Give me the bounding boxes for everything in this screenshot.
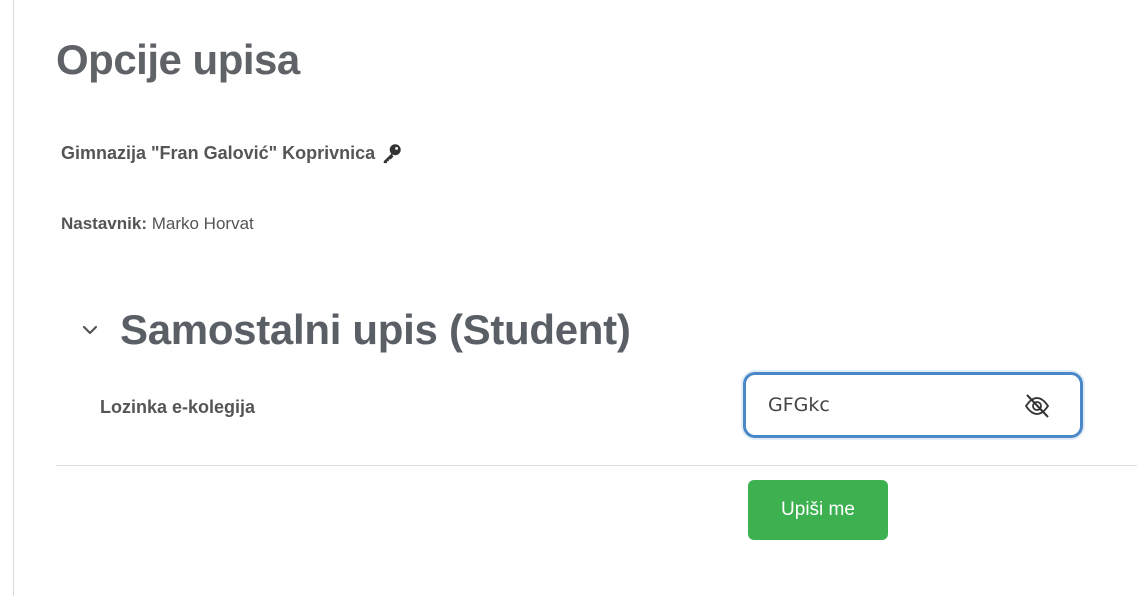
course-name: Gimnazija "Fran Galović" Koprivnica	[61, 142, 376, 163]
eye-slash-icon[interactable]	[1020, 389, 1054, 423]
left-border	[13, 0, 14, 596]
teacher-name: Marko Horvat	[151, 214, 254, 233]
teacher-label: Nastavnik:	[61, 214, 147, 233]
enrol-button[interactable]: Upiši me	[748, 480, 888, 540]
password-input[interactable]	[768, 394, 1008, 416]
password-label: Lozinka e-kolegija	[100, 397, 256, 417]
self-enrolment-section-header[interactable]: Samostalni upis (Student)	[78, 306, 631, 354]
form-divider	[56, 465, 1137, 466]
section-title: Samostalni upis (Student)	[120, 306, 631, 353]
teacher-row: Nastavnik: Marko Horvat	[61, 214, 254, 234]
page-title: Opcije upisa	[56, 36, 300, 83]
password-field-wrapper	[743, 372, 1083, 438]
key-icon	[381, 142, 403, 164]
chevron-down-icon[interactable]	[78, 318, 102, 342]
course-name-row: Gimnazija "Fran Galović" Koprivnica	[61, 142, 403, 164]
